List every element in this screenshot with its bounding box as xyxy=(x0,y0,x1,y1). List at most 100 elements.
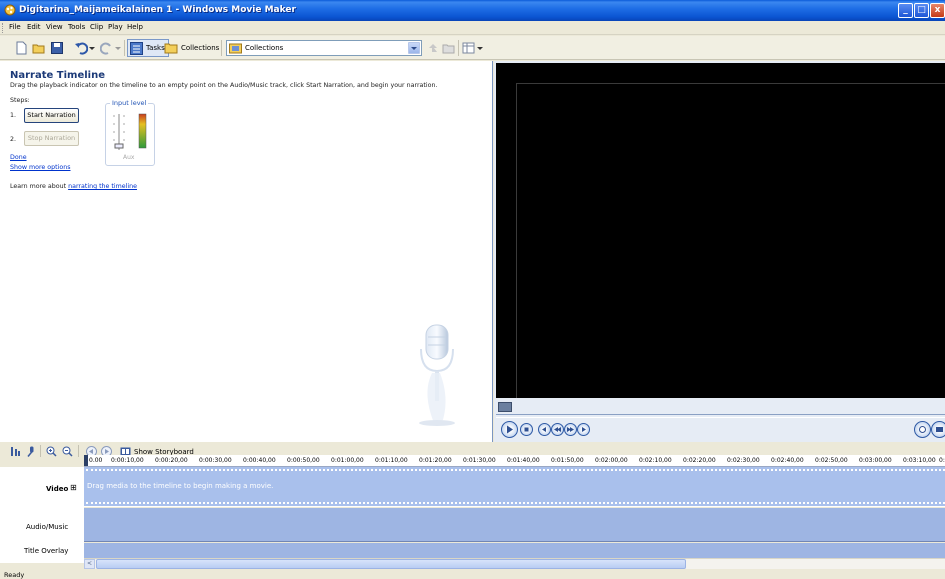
collections-icon xyxy=(229,43,242,54)
menu-grip xyxy=(2,23,5,33)
show-more-options-link[interactable]: Show more options xyxy=(10,164,71,171)
views-dropdown-icon[interactable] xyxy=(476,41,484,55)
timeline-separator xyxy=(78,445,79,457)
stop-icon[interactable] xyxy=(520,423,533,436)
fast-forward-icon[interactable] xyxy=(564,423,577,436)
up-one-level-icon[interactable] xyxy=(426,41,440,55)
ruler-tick: 0:01:50,00 xyxy=(551,457,584,464)
narrate-heading: Narrate Timeline xyxy=(10,70,105,81)
ruler-tick: 0:00:40,00 xyxy=(243,457,276,464)
menu-help[interactable]: Help xyxy=(127,23,143,31)
start-narration-button[interactable]: Start Narration xyxy=(24,108,79,123)
title-overlay-track[interactable] xyxy=(84,543,945,558)
input-level-label: Input level xyxy=(110,99,149,107)
learn-more-prefix: Learn more about xyxy=(10,183,69,190)
toolbar-separator xyxy=(221,40,222,56)
ruler-tick: 0:01:20,00 xyxy=(419,457,452,464)
title-overlay-track-label: Title Overlay xyxy=(24,547,69,555)
minimize-button[interactable]: _ xyxy=(898,3,913,18)
step-2-number: 2. xyxy=(10,136,17,143)
menu-edit[interactable]: Edit xyxy=(27,23,41,31)
undo-dropdown-icon[interactable] xyxy=(88,41,96,55)
scrollbar-thumb[interactable] xyxy=(96,559,686,569)
take-picture-icon[interactable] xyxy=(931,421,945,438)
ruler-tick: 0:02:20,00 xyxy=(683,457,716,464)
playback-indicator[interactable] xyxy=(84,455,88,466)
audio-music-track-label: Audio/Music xyxy=(26,523,69,531)
menu-clip[interactable]: Clip xyxy=(90,23,103,31)
track-labels: Video ⊞ Audio/Music Title Overlay xyxy=(0,467,84,563)
tasks-icon xyxy=(130,42,143,55)
narrate-description: Drag the playback indicator on the timel… xyxy=(10,82,438,89)
ruler-tick: 0:01:10,00 xyxy=(375,457,408,464)
timeline-separator xyxy=(40,445,41,457)
views-icon[interactable] xyxy=(462,41,476,55)
video-track-dots-top xyxy=(86,469,945,471)
menu-play[interactable]: Play xyxy=(108,23,123,31)
collections-value: Collections xyxy=(245,44,284,52)
collections-dropdown[interactable]: Collections xyxy=(226,40,422,56)
seek-bar[interactable] xyxy=(496,414,945,418)
zoom-in-icon[interactable] xyxy=(46,446,57,457)
redo-dropdown-icon[interactable] xyxy=(114,41,122,55)
redo-icon[interactable] xyxy=(100,41,114,55)
ruler-tick: 0:03:00,00 xyxy=(859,457,892,464)
tasks-button[interactable]: Tasks xyxy=(127,39,169,57)
ruler-tick: 0: xyxy=(939,457,945,464)
timeline-horizontal-scrollbar[interactable]: < xyxy=(84,558,945,569)
video-track[interactable]: Drag media to the timeline to begin maki… xyxy=(84,467,945,507)
rewind-icon[interactable] xyxy=(551,423,564,436)
ruler-tick: 0:00:20,00 xyxy=(155,457,188,464)
audio-music-track[interactable] xyxy=(84,508,945,542)
aux-label: Aux xyxy=(123,154,135,161)
next-frame-icon[interactable] xyxy=(577,423,590,436)
new-folder-icon[interactable] xyxy=(442,41,456,55)
status-text: Ready xyxy=(4,571,25,579)
title-bar: Digitarina_Maijameikalainen 1 - Windows … xyxy=(0,0,945,21)
new-project-icon[interactable] xyxy=(14,41,28,55)
scroll-left-button[interactable]: < xyxy=(84,559,95,569)
narrate-timeline-icon[interactable] xyxy=(26,446,37,457)
ruler-tick: 0:02:00,00 xyxy=(595,457,628,464)
previous-frame-icon[interactable] xyxy=(538,423,551,436)
ruler-tick: 0:01:30,00 xyxy=(463,457,496,464)
step-1-number: 1. xyxy=(10,112,17,119)
menu-bar: File Edit View Tools Clip Play Help xyxy=(0,21,945,35)
done-link[interactable]: Done xyxy=(10,154,27,161)
input-level-group: Input level Aux xyxy=(105,99,155,166)
stop-narration-button[interactable]: Stop Narration xyxy=(24,131,79,146)
undo-icon[interactable] xyxy=(74,41,88,55)
input-level-slider[interactable] xyxy=(109,110,153,154)
toolbar-separator xyxy=(458,40,459,56)
zoom-out-icon[interactable] xyxy=(62,446,73,457)
collections-button[interactable]: Collections xyxy=(164,40,219,56)
steps-label: Steps: xyxy=(10,97,30,104)
menu-tools[interactable]: Tools xyxy=(68,23,85,31)
save-project-icon[interactable] xyxy=(50,41,64,55)
video-track-message: Drag media to the timeline to begin maki… xyxy=(87,482,274,490)
ruler-tick: 0:02:40,00 xyxy=(771,457,804,464)
expand-video-track-icon[interactable]: ⊞ xyxy=(70,483,77,492)
narrating-timeline-link[interactable]: narrating the timeline xyxy=(68,183,137,190)
split-clip-icon[interactable] xyxy=(914,421,931,438)
ruler-tick: 0:01:40,00 xyxy=(507,457,540,464)
ruler-tick: 0:02:30,00 xyxy=(727,457,760,464)
ruler-tick: 0:00:30,00 xyxy=(199,457,232,464)
ruler-tick: 0:00:10,00 xyxy=(111,457,144,464)
menu-file[interactable]: File xyxy=(9,23,21,31)
close-button[interactable]: x xyxy=(930,3,945,18)
maximize-button[interactable]: □ xyxy=(914,3,929,18)
play-button[interactable] xyxy=(501,421,518,438)
preview-frame xyxy=(516,83,945,398)
timeline-ruler[interactable]: 0.00 0:00:10,00 0:00:20,00 0:00:30,00 0:… xyxy=(84,455,945,467)
preview-monitor xyxy=(494,61,945,442)
chevron-down-icon[interactable] xyxy=(408,42,420,54)
microphone-icon xyxy=(419,324,455,426)
toolbar-separator xyxy=(124,40,125,56)
menu-view[interactable]: View xyxy=(46,23,63,31)
learn-more-text: Learn more about narrating the timeline xyxy=(10,183,137,190)
set-audio-levels-icon[interactable] xyxy=(10,446,21,457)
status-bar: Ready xyxy=(0,569,945,579)
open-project-icon[interactable] xyxy=(32,41,46,55)
seek-slider-thumb[interactable] xyxy=(498,402,512,412)
